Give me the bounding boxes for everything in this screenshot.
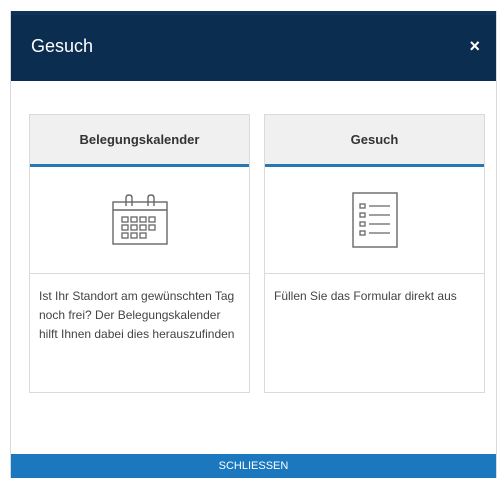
close-button[interactable]: SCHLIESSEN <box>11 454 496 478</box>
form-list-icon <box>351 192 398 248</box>
card-title: Belegungskalender <box>30 115 249 167</box>
card-gesuch[interactable]: Gesuch Füllen Sie das Formular direkt au… <box>264 114 485 393</box>
modal-header: Gesuch × <box>11 15 496 81</box>
modal-title: Gesuch <box>31 36 94 56</box>
close-icon[interactable]: × <box>469 37 480 55</box>
card-belegungskalender[interactable]: Belegungskalender Ist Ihr Standort am ge… <box>29 114 250 393</box>
calendar-icon <box>111 194 168 245</box>
request-modal: Gesuch × Belegungskalender Ist Ihr Stand… <box>10 11 497 478</box>
card-description: Füllen Sie das Formular direkt aus <box>274 289 457 303</box>
card-title: Gesuch <box>265 115 484 167</box>
card-description: Ist Ihr Standort am gewünschten Tag noch… <box>39 289 235 341</box>
